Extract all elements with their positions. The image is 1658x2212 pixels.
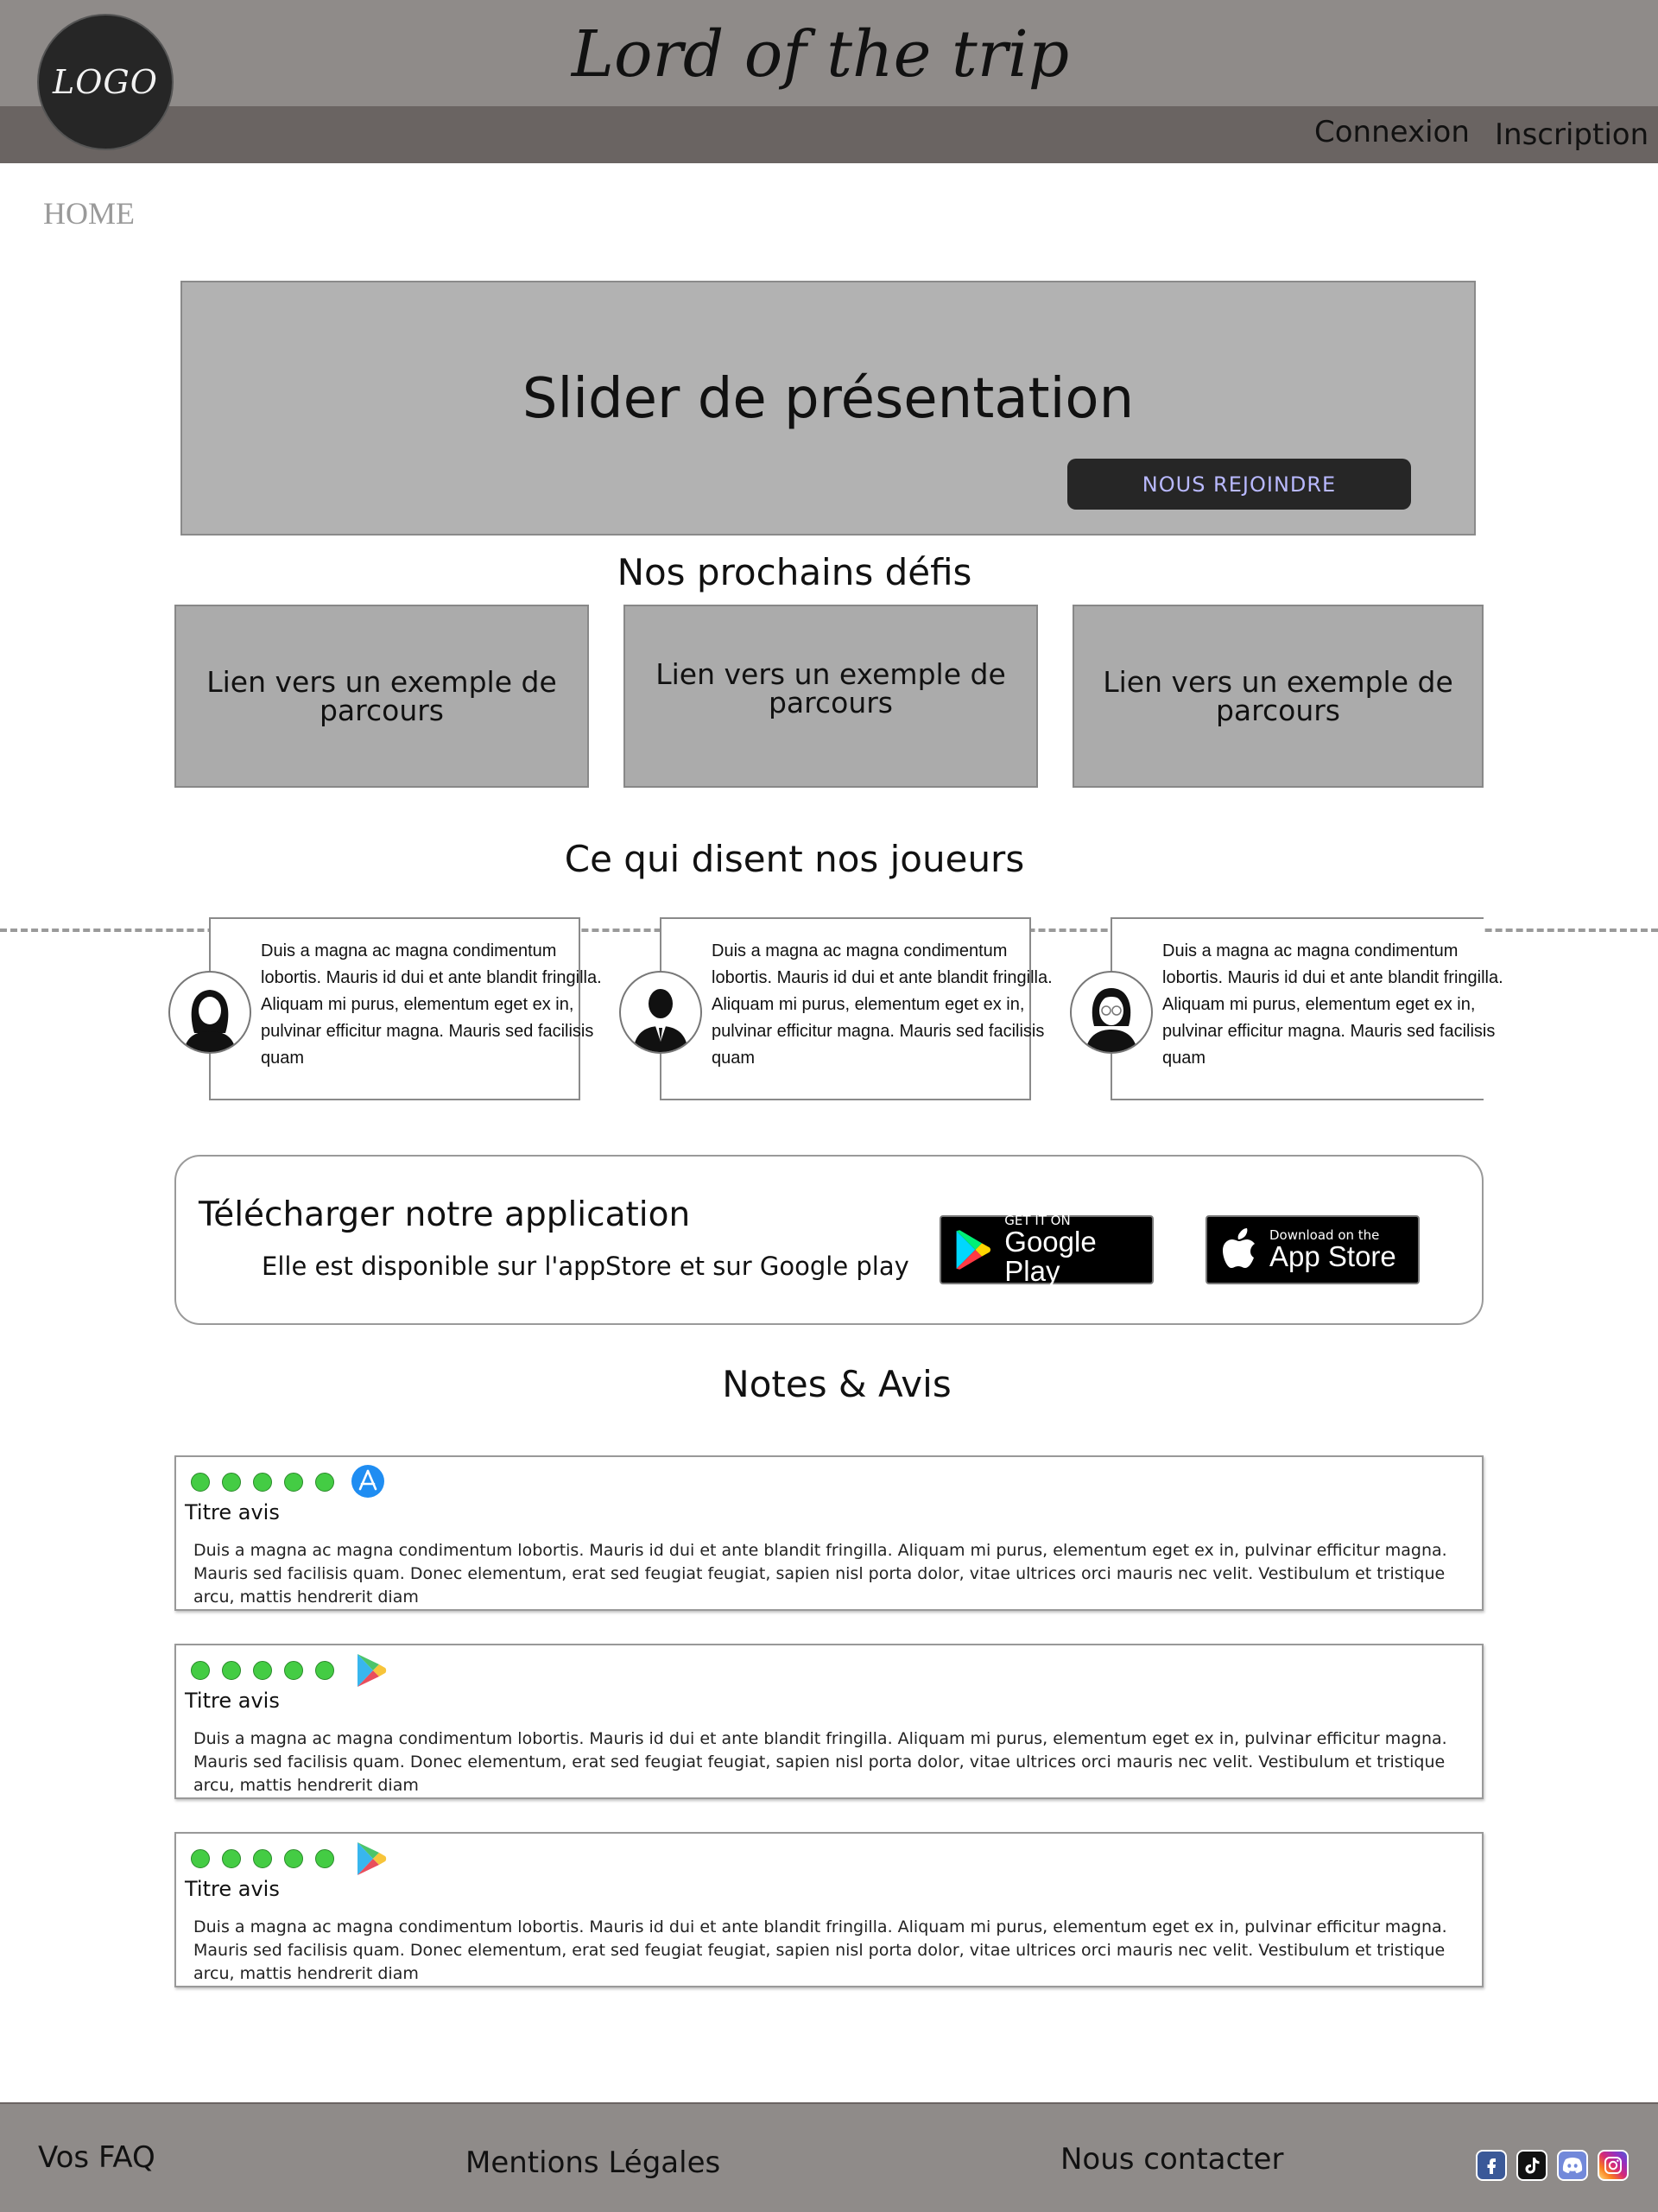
rating-dot xyxy=(253,1661,272,1680)
facebook-icon[interactable] xyxy=(1476,2150,1507,2181)
app-download-title: Télécharger notre application xyxy=(199,1195,691,1234)
app-store-big-text: App Store xyxy=(1269,1240,1396,1272)
rating-dot xyxy=(284,1849,303,1868)
challenge-card-label: Lien vers un exemple de parcours xyxy=(206,665,557,727)
app-download-subtitle: Elle est disponible sur l'appStore et su… xyxy=(262,1252,909,1281)
woman-avatar-icon xyxy=(168,971,251,1054)
google-play-badge[interactable]: GET IT ON Google Play xyxy=(940,1214,1154,1287)
rating-dot xyxy=(284,1661,303,1680)
instagram-icon[interactable] xyxy=(1598,2150,1629,2181)
apple-icon xyxy=(1223,1228,1255,1268)
challenge-card-label: Lien vers un exemple de parcours xyxy=(655,657,1006,719)
review-card: Titre avis Duis a magna ac magna condime… xyxy=(174,1644,1484,1799)
join-button[interactable]: NOUS REJOINDRE xyxy=(1067,459,1411,510)
review-title: Titre avis xyxy=(185,1689,280,1713)
breadcrumb-home[interactable]: HOME xyxy=(43,195,135,231)
rating-dot xyxy=(191,1661,210,1680)
challenge-card[interactable]: Lien vers un exemple de parcours xyxy=(174,605,589,788)
rating-dot xyxy=(315,1661,334,1680)
google-play-icon xyxy=(358,1842,387,1875)
review-title: Titre avis xyxy=(185,1500,280,1524)
testimonial-text: Duis a magna ac magna condimentum lobort… xyxy=(712,941,1053,1068)
site-logo[interactable]: LOGO xyxy=(37,14,174,150)
challenge-card-label: Lien vers un exemple de parcours xyxy=(1103,665,1453,727)
testimonials-title: Ce qui disent nos joueurs xyxy=(564,838,1025,880)
signup-link[interactable]: Inscription xyxy=(1495,117,1649,152)
discord-icon[interactable] xyxy=(1557,2150,1588,2181)
challenge-card[interactable]: Lien vers un exemple de parcours xyxy=(623,605,1038,788)
review-body: Duis a magna ac magna condimentum lobort… xyxy=(193,1541,1447,1607)
review-body: Duis a magna ac magna condimentum lobort… xyxy=(193,1729,1447,1795)
rating-dot xyxy=(191,1849,210,1868)
review-card: Titre avis Duis a magna ac magna condime… xyxy=(174,1455,1484,1611)
rating-dot xyxy=(315,1473,334,1492)
tiktok-icon[interactable] xyxy=(1516,2150,1547,2181)
review-card: Titre avis Duis a magna ac magna condime… xyxy=(174,1832,1484,1987)
rating-dot xyxy=(191,1473,210,1492)
rating-dot xyxy=(315,1849,334,1868)
review-body: Duis a magna ac magna condimentum lobort… xyxy=(193,1917,1447,1983)
rating-dot xyxy=(253,1849,272,1868)
footer xyxy=(0,2102,1658,2212)
google-play-big-text: Google Play xyxy=(1004,1226,1097,1287)
contact-link[interactable]: Nous contacter xyxy=(1060,2142,1283,2177)
review-title: Titre avis xyxy=(185,1877,280,1901)
woman-glasses-avatar-icon xyxy=(1070,971,1153,1054)
man-avatar-icon xyxy=(619,971,702,1054)
reviews-title: Notes & Avis xyxy=(722,1363,952,1405)
login-link[interactable]: Connexion xyxy=(1314,115,1470,149)
testimonial-text: Duis a magna ac magna condimentum lobort… xyxy=(1162,941,1503,1068)
rating-dot xyxy=(222,1661,241,1680)
challenge-card[interactable]: Lien vers un exemple de parcours xyxy=(1073,605,1484,788)
app-store-icon xyxy=(351,1465,384,1498)
google-play-icon xyxy=(358,1654,387,1687)
rating-dot xyxy=(222,1849,241,1868)
testimonial-text: Duis a magna ac magna condimentum lobort… xyxy=(261,941,602,1068)
legal-link[interactable]: Mentions Légales xyxy=(465,2145,720,2180)
faq-link[interactable]: Vos FAQ xyxy=(38,2140,155,2175)
rating-dot xyxy=(284,1473,303,1492)
slider-title: Slider de présentation xyxy=(522,367,1135,431)
app-store-badge[interactable]: Download on the App Store xyxy=(1206,1215,1420,1284)
rating-dot xyxy=(253,1473,272,1492)
challenges-title: Nos prochains défis xyxy=(617,551,972,593)
site-title: Lord of the trip xyxy=(571,17,1070,92)
rating-dot xyxy=(222,1473,241,1492)
google-play-icon xyxy=(956,1230,991,1270)
